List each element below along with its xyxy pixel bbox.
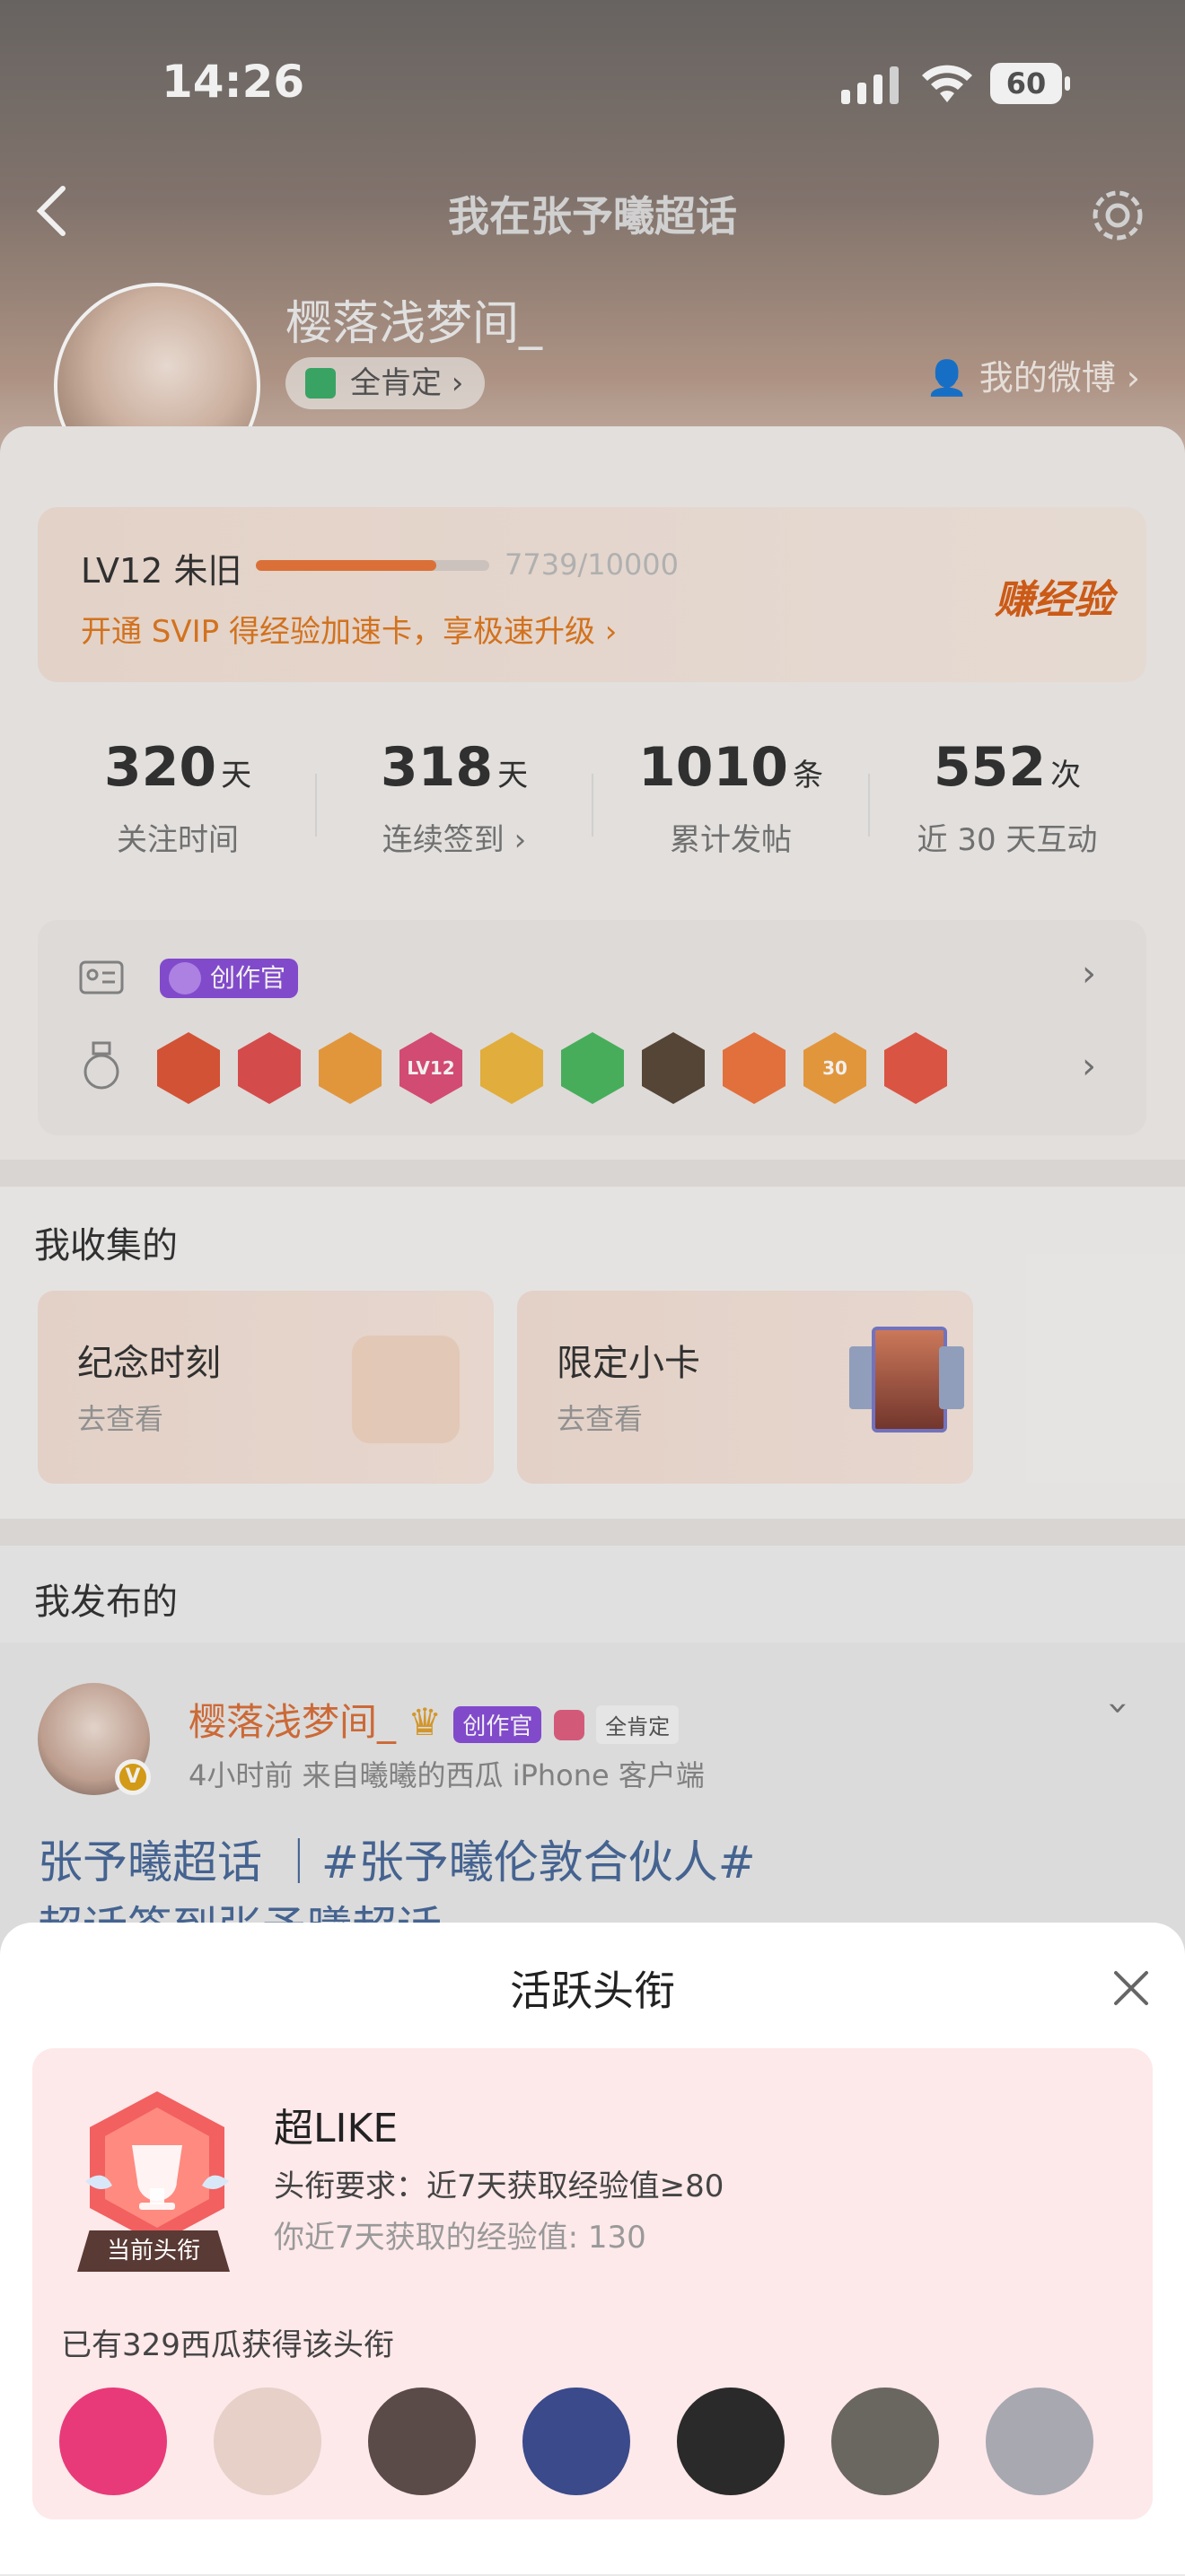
holder-avatar[interactable] [214,2388,321,2495]
holder-avatar[interactable] [831,2388,939,2495]
holder-avatar[interactable] [677,2388,785,2495]
holder-avatar[interactable] [522,2388,630,2495]
sheet-title: 活跃头衔 [510,1967,675,2015]
holder-avatar[interactable] [986,2388,1093,2495]
title-holders-count: 已有329西瓜获得该头衔 [61,2327,394,2363]
title-requirement: 头衔要求：近7天获取经验值≥80 [274,2169,724,2204]
holder-avatar[interactable] [368,2388,476,2495]
title-name: 超LIKE [274,2106,399,2151]
current-title-label: 当前头衔 [77,2230,230,2272]
close-icon [1114,1971,1148,2005]
my-exp: 你近7天获取的经验值: 130 [274,2220,646,2256]
holder-avatar[interactable] [59,2388,167,2495]
close-button[interactable] [1109,1966,1154,2011]
